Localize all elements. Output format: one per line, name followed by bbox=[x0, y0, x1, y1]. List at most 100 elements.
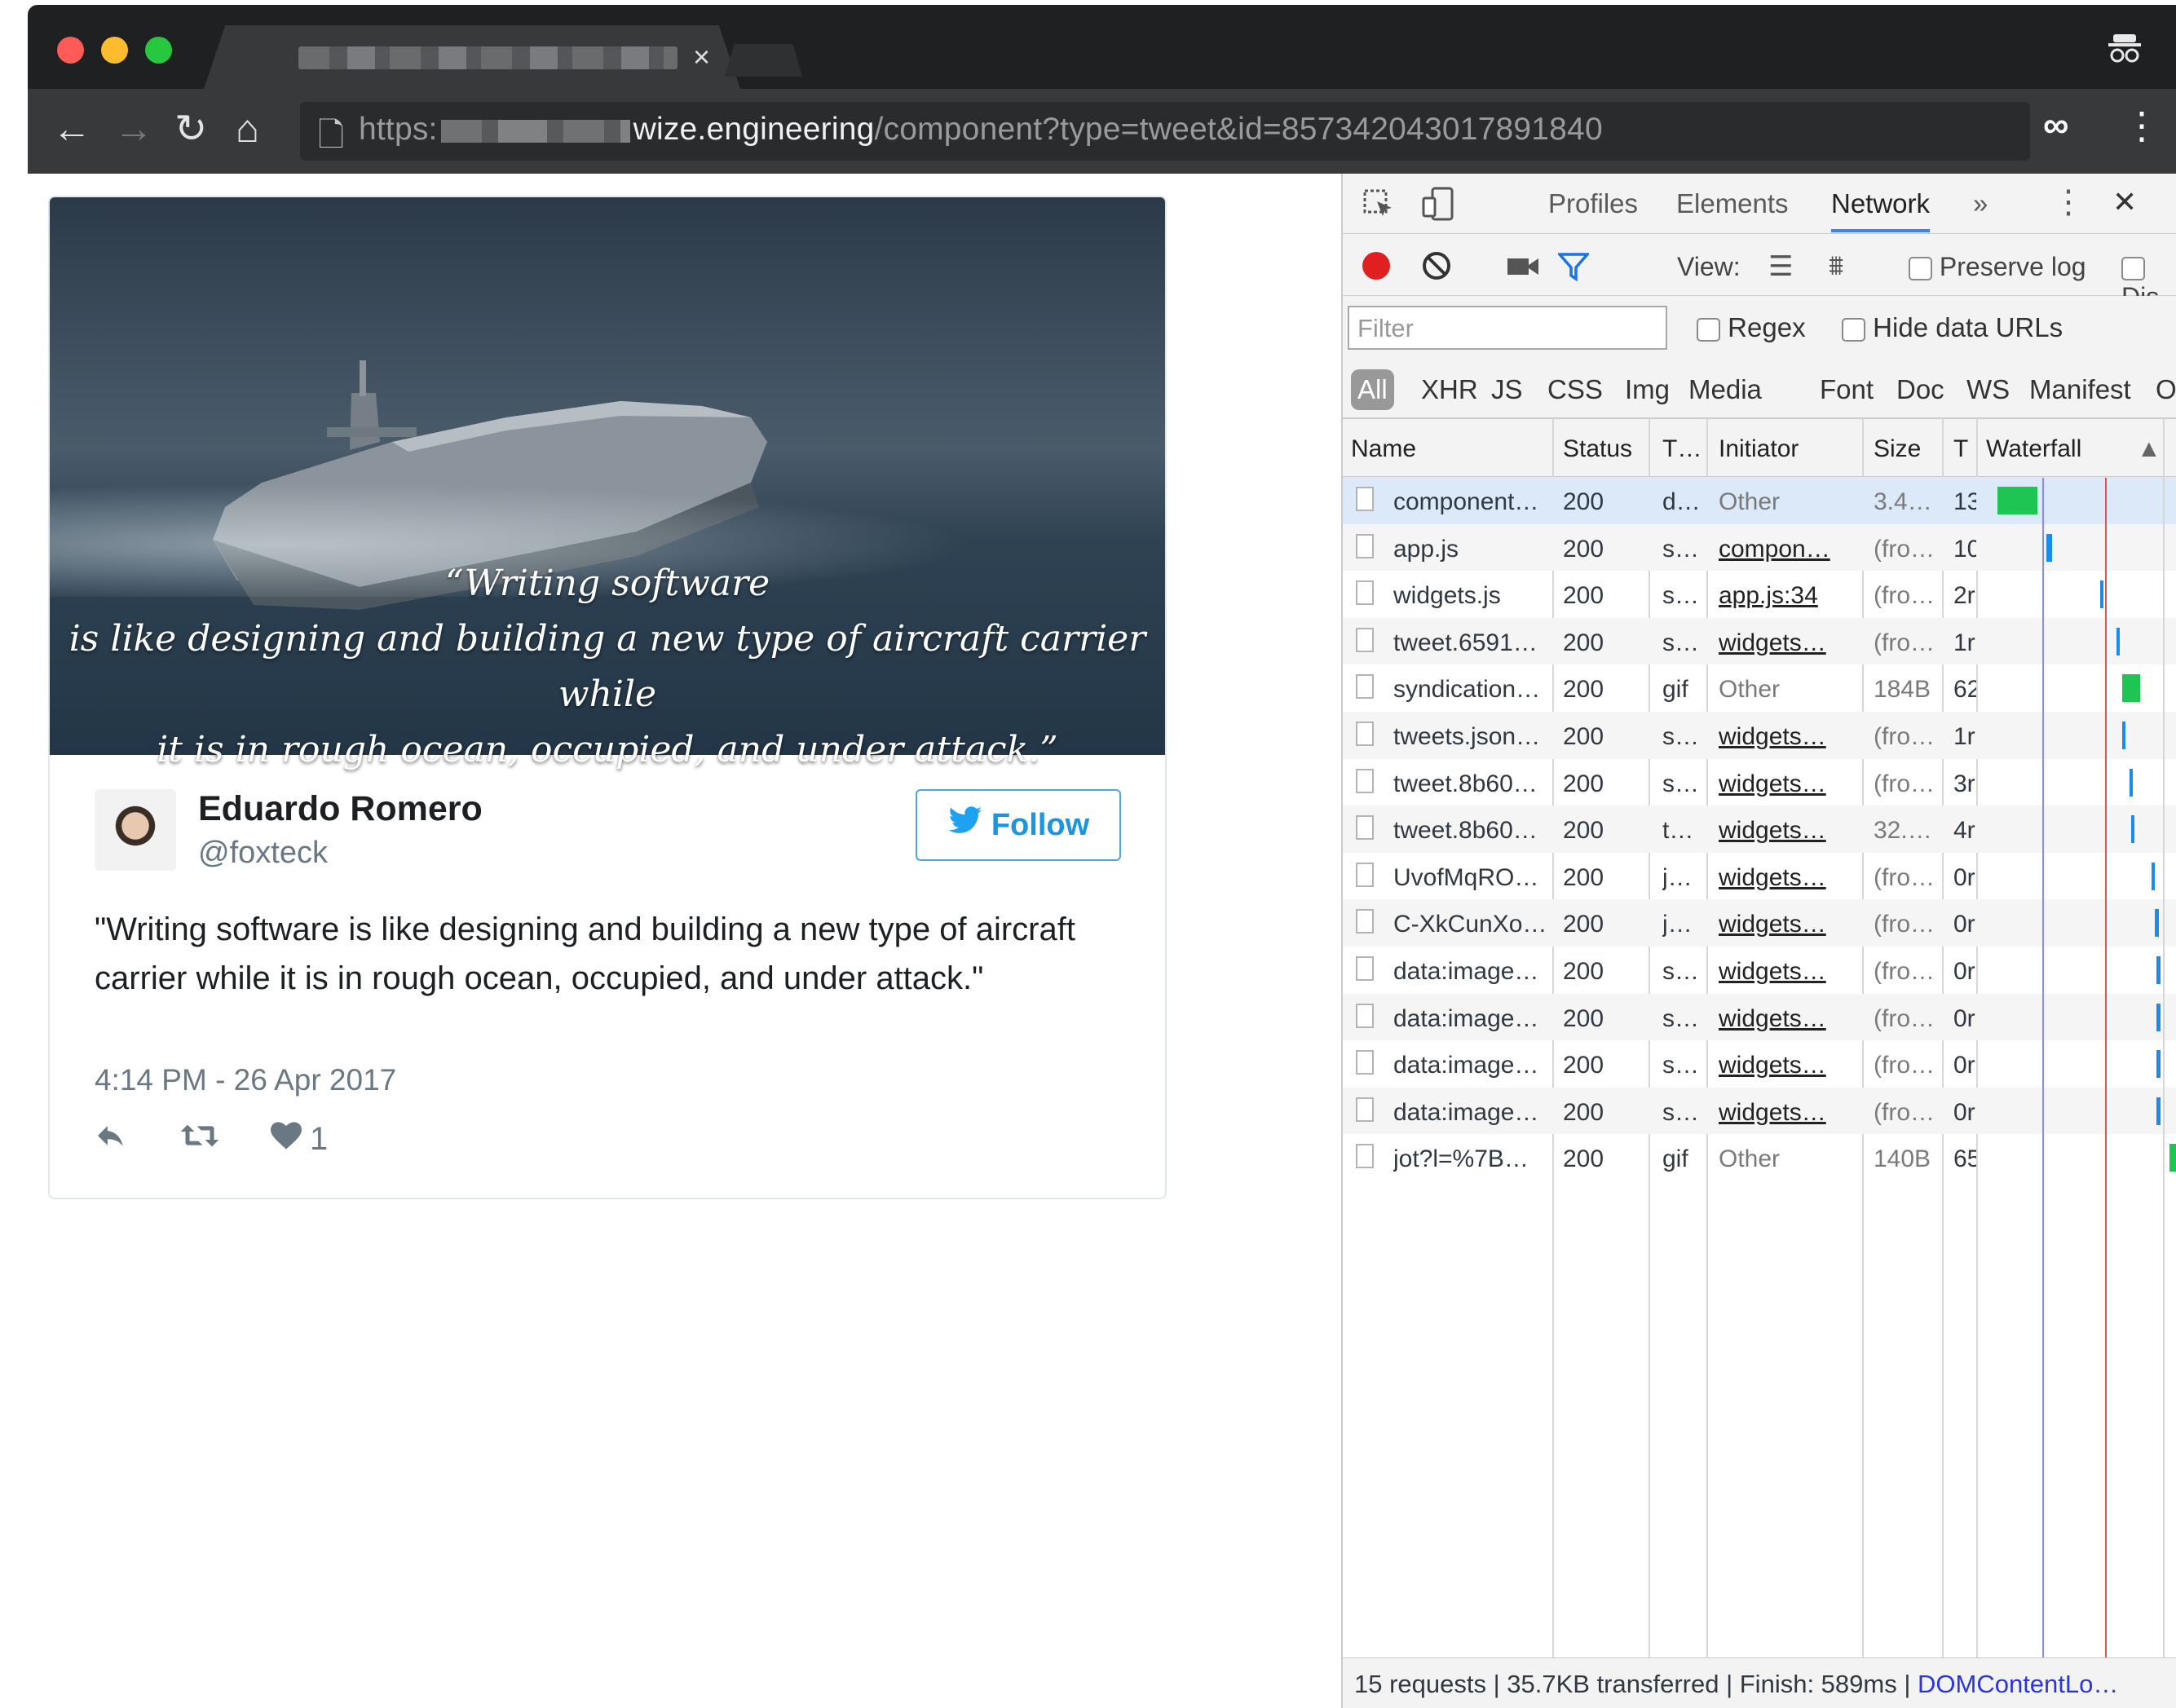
inspect-element-icon[interactable] bbox=[1362, 188, 1395, 227]
request-name[interactable]: C-XkCunXo… bbox=[1393, 911, 1548, 938]
new-tab-button[interactable] bbox=[725, 44, 802, 77]
clear-icon[interactable] bbox=[1421, 250, 1452, 288]
request-name[interactable]: data:image… bbox=[1393, 1052, 1548, 1079]
type-all[interactable]: All bbox=[1351, 369, 1394, 410]
table-row[interactable]: tweets.json… 200 s… widgets… (fro… 1r bbox=[1343, 711, 2176, 759]
col-type[interactable]: T… bbox=[1662, 435, 1702, 463]
device-toolbar-icon[interactable] bbox=[1421, 187, 1455, 227]
request-initiator[interactable]: compon… bbox=[1719, 536, 1859, 563]
filter-icon[interactable] bbox=[1556, 252, 1591, 288]
request-name[interactable]: widgets.js bbox=[1393, 582, 1548, 610]
author-handle[interactable]: @foxteck bbox=[198, 836, 328, 871]
type-font[interactable]: Font bbox=[1820, 374, 1874, 405]
home-icon[interactable]: ⌂ bbox=[236, 105, 259, 154]
request-name[interactable]: tweet.8b60… bbox=[1393, 817, 1548, 845]
request-initiator[interactable]: widgets… bbox=[1719, 958, 1859, 986]
col-status[interactable]: Status bbox=[1563, 435, 1632, 463]
table-row[interactable]: UvofMqRO… 200 j… widgets… (fro… 0r bbox=[1343, 853, 2176, 900]
overview-icon[interactable]: ⩩ bbox=[1829, 250, 1843, 282]
type-ws[interactable]: WS bbox=[1966, 374, 2010, 405]
request-initiator[interactable]: widgets… bbox=[1719, 911, 1859, 938]
request-initiator[interactable]: app.js:34 bbox=[1719, 582, 1859, 610]
table-row[interactable]: app.js 200 s… compon… (fro… 10 bbox=[1343, 523, 2176, 572]
request-name[interactable]: tweet.8b60… bbox=[1393, 770, 1548, 798]
request-name[interactable]: syndication… bbox=[1393, 676, 1548, 704]
preserve-log-box[interactable] bbox=[1909, 257, 1932, 281]
table-row[interactable]: data:image… 200 s… widgets… (fro… 0r bbox=[1343, 1087, 2176, 1135]
col-initiator[interactable]: Initiator bbox=[1719, 435, 1799, 463]
col-name[interactable]: Name bbox=[1351, 435, 1416, 463]
request-name[interactable]: data:image… bbox=[1393, 1005, 1548, 1033]
type-css[interactable]: CSS bbox=[1547, 374, 1603, 405]
table-row[interactable]: data:image… 200 s… widgets… (fro… 0r bbox=[1343, 993, 2176, 1041]
tab-close-icon[interactable]: × bbox=[693, 40, 710, 74]
type-js[interactable]: JS bbox=[1491, 374, 1523, 405]
request-initiator[interactable]: widgets… bbox=[1719, 1052, 1859, 1079]
request-name[interactable]: data:image… bbox=[1393, 958, 1548, 986]
browser-menu-icon[interactable]: ⋮ bbox=[2123, 104, 2161, 148]
request-initiator[interactable]: widgets… bbox=[1719, 864, 1859, 892]
reply-icon[interactable] bbox=[95, 1121, 129, 1158]
retweet-icon[interactable] bbox=[179, 1121, 220, 1158]
request-name[interactable]: component… bbox=[1393, 488, 1548, 516]
type-xhr[interactable]: XHR bbox=[1421, 374, 1478, 405]
type-manifest[interactable]: Manifest bbox=[2029, 374, 2131, 405]
follow-button[interactable]: Follow bbox=[916, 789, 1121, 861]
tab-profiles[interactable]: Profiles bbox=[1548, 188, 1638, 219]
table-row[interactable]: tweet.8b60… 200 s… widgets… (fro… 3r bbox=[1343, 759, 2176, 806]
table-row[interactable]: component… 200 d… Other 3.4… 13 bbox=[1343, 477, 2176, 524]
request-name[interactable]: data:image… bbox=[1393, 1099, 1548, 1127]
maximize-window-button[interactable] bbox=[145, 37, 172, 64]
author-name[interactable]: Eduardo Romero bbox=[198, 789, 483, 829]
extension-icon[interactable]: ∞ bbox=[2043, 105, 2068, 146]
back-icon[interactable]: ← bbox=[52, 105, 91, 154]
table-row[interactable]: syndication… 200 gif Other 184B 62 bbox=[1343, 664, 2176, 712]
col-waterfall[interactable]: Waterfall bbox=[1986, 435, 2081, 463]
tab-network[interactable]: Network bbox=[1831, 188, 1931, 232]
hide-data-urls-checkbox[interactable]: Hide data URLs bbox=[1842, 312, 2063, 343]
request-name[interactable]: jot?l=%7B… bbox=[1393, 1145, 1548, 1173]
disable-cache-box[interactable] bbox=[2121, 257, 2145, 281]
preserve-log-checkbox[interactable]: Preserve log bbox=[1909, 252, 2086, 282]
table-row[interactable]: data:image… 200 s… widgets… (fro… 0r bbox=[1343, 1040, 2176, 1088]
address-bar[interactable]: 🗋 https: wize.engineering/component?type=… bbox=[300, 102, 2030, 161]
request-name[interactable]: tweet.6591… bbox=[1393, 629, 1548, 657]
table-row[interactable]: tweet.6591… 200 s… widgets… (fro… 1r bbox=[1343, 617, 2176, 665]
record-icon[interactable] bbox=[1362, 252, 1390, 280]
devtools-menu-icon[interactable]: ⋮ bbox=[2052, 183, 2085, 221]
capture-screenshots-icon[interactable] bbox=[1506, 254, 1540, 285]
table-row[interactable]: data:image… 200 s… widgets… (fro… 0r bbox=[1343, 947, 2176, 994]
request-initiator[interactable]: widgets… bbox=[1719, 770, 1859, 798]
type-other[interactable]: Othe bbox=[2156, 374, 2176, 405]
request-initiator[interactable]: widgets… bbox=[1719, 817, 1859, 845]
forward-icon[interactable]: → bbox=[114, 105, 153, 154]
type-media[interactable]: Media bbox=[1688, 374, 1762, 405]
sort-ascending-icon[interactable]: ▲ bbox=[2137, 435, 2161, 463]
request-initiator[interactable]: widgets… bbox=[1719, 629, 1859, 657]
request-initiator[interactable]: widgets… bbox=[1719, 1099, 1859, 1127]
tweet-timestamp[interactable]: 4:14 PM - 26 Apr 2017 bbox=[95, 1063, 396, 1097]
close-window-button[interactable] bbox=[57, 37, 84, 64]
regex-box[interactable] bbox=[1697, 317, 1720, 342]
more-tabs-icon[interactable]: » bbox=[1973, 188, 1988, 219]
table-row[interactable]: jot?l=%7B… 200 gif Other 140B 65 bbox=[1343, 1134, 2176, 1181]
large-rows-icon[interactable]: ☰ bbox=[1768, 250, 1793, 283]
reload-icon[interactable]: ↻ bbox=[174, 105, 207, 154]
regex-checkbox[interactable]: Regex bbox=[1697, 312, 1806, 343]
request-initiator[interactable]: widgets… bbox=[1719, 1005, 1859, 1033]
minimize-window-button[interactable] bbox=[101, 37, 128, 64]
like-icon[interactable] bbox=[271, 1121, 302, 1158]
table-row[interactable]: tweet.8b60… 200 t… widgets… 32.… 4r bbox=[1343, 805, 2176, 853]
browser-tab[interactable]: × bbox=[204, 25, 740, 89]
filter-input[interactable]: Filter bbox=[1348, 306, 1667, 350]
table-row[interactable]: widgets.js 200 s… app.js:34 (fro… 2r bbox=[1343, 571, 2176, 618]
type-doc[interactable]: Doc bbox=[1896, 374, 1944, 405]
table-row[interactable]: C-XkCunXo… 200 j… widgets… (fro… 0r bbox=[1343, 899, 2176, 947]
request-initiator[interactable]: widgets… bbox=[1719, 723, 1859, 751]
tab-elements[interactable]: Elements bbox=[1676, 188, 1789, 219]
request-name[interactable]: app.js bbox=[1393, 536, 1548, 563]
hide-data-urls-box[interactable] bbox=[1842, 317, 1865, 342]
avatar[interactable] bbox=[95, 789, 176, 871]
type-img[interactable]: Img bbox=[1625, 374, 1670, 405]
request-name[interactable]: tweets.json… bbox=[1393, 723, 1548, 751]
